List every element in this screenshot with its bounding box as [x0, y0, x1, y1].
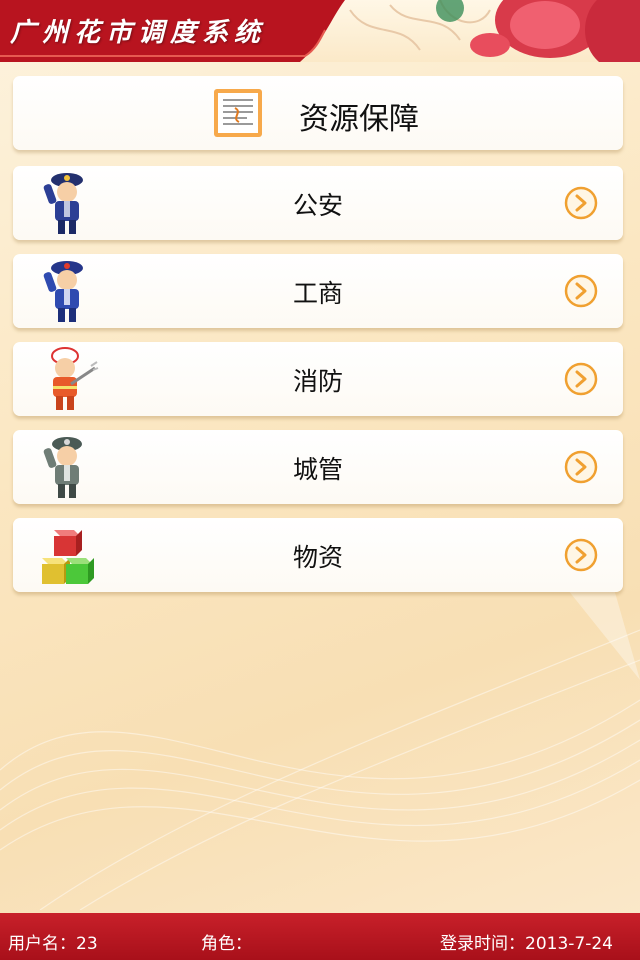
- document-icon: [214, 89, 262, 137]
- resource-support-label: 资源保障: [299, 102, 419, 137]
- list-item-police[interactable]: 公安: [13, 166, 623, 240]
- list-item-label: 公安: [292, 191, 343, 220]
- role-label: 角色：: [201, 934, 252, 954]
- chevron-right-icon[interactable]: [564, 538, 598, 572]
- list-item-commerce[interactable]: 工商: [13, 254, 623, 328]
- chevron-right-icon[interactable]: [564, 450, 598, 484]
- list-item-fire[interactable]: 消防: [13, 342, 623, 416]
- list-item-supplies[interactable]: 物资: [13, 518, 623, 592]
- chevron-right-icon[interactable]: [564, 362, 598, 396]
- chevron-right-icon[interactable]: [564, 186, 598, 220]
- app-title: 广州花市调度系统: [10, 18, 267, 48]
- peony-decoration: [349, 0, 640, 62]
- list-item-label: 物资: [292, 543, 343, 572]
- resource-support-card[interactable]: 资源保障: [13, 76, 623, 150]
- list-item-label: 城管: [292, 455, 343, 484]
- list-item-label: 消防: [292, 367, 343, 396]
- login-time-label: 登录时间：2013-7-24: [440, 934, 613, 954]
- username-label: 用户名：23: [8, 934, 98, 954]
- chevron-right-icon[interactable]: [564, 274, 598, 308]
- list-item-urban-management[interactable]: 城管: [13, 430, 623, 504]
- list-item-label: 工商: [292, 279, 343, 308]
- app-header: 广州花市调度系统: [0, 0, 640, 62]
- status-bar: 用户名：23 角色： 登录时间：2013-7-24: [0, 913, 640, 960]
